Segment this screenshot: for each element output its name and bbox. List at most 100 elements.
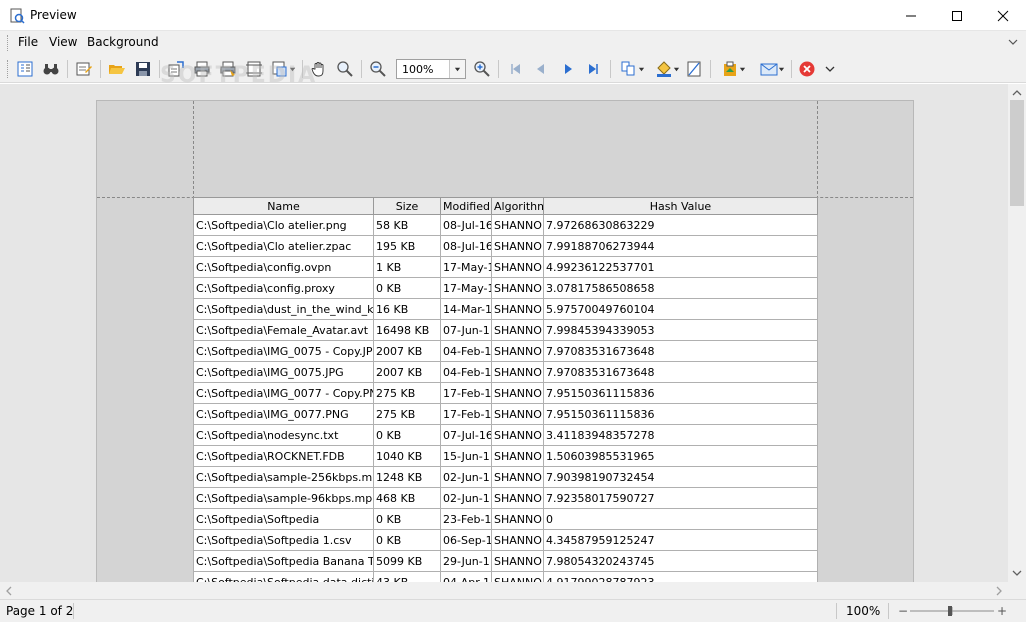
cell-algorithm: SHANNO: [491, 445, 544, 467]
watermark-icon: [687, 61, 701, 77]
scroll-down-icon[interactable]: [1012, 568, 1022, 578]
cell-hash-value: 7.97083531673648: [543, 340, 818, 362]
horizontal-scrollbar[interactable]: [0, 582, 1026, 599]
report-page: Name Size Modified Algorithm Hash Value …: [96, 100, 914, 582]
cell-name: C:\Softpedia\ROCKNET.FDB: [193, 445, 374, 467]
document-map-button[interactable]: [15, 59, 35, 79]
report-table-body: C:\Softpedia\Clo atelier.png 58 KB 08-Jul-…: [193, 214, 818, 582]
cell-algorithm: SHANNO: [491, 424, 544, 446]
minimize-button[interactable]: [888, 0, 934, 31]
magnifier-icon: [337, 61, 353, 77]
vertical-scrollbar[interactable]: [1008, 84, 1026, 582]
cell-hash-value: 7.99845394339053: [543, 319, 818, 341]
cell-hash-value: 4.91799028787923: [543, 571, 818, 582]
last-page-button[interactable]: [583, 59, 603, 79]
cell-size: 0 KB: [373, 508, 441, 530]
cell-modified: 02-Jun-1: [440, 466, 492, 488]
table-row: C:\Softpedia\Clo atelier.png 58 KB 08-Jul-…: [193, 214, 818, 236]
table-row: C:\Softpedia\sample-256kbps.mp2 1248 KB 02…: [193, 466, 818, 488]
cell-modified: 17-May-1: [440, 256, 492, 278]
scroll-left-icon[interactable]: [4, 586, 14, 596]
close-button[interactable]: [980, 0, 1026, 31]
cell-algorithm: SHANNO: [491, 277, 544, 299]
cell-algorithm: SHANNO: [491, 571, 544, 582]
zoom-slider[interactable]: − +: [896, 603, 1008, 619]
toolbar-grip[interactable]: [7, 60, 8, 78]
zoom-combobox-dropdown[interactable]: [449, 60, 465, 78]
cell-algorithm: SHANNO: [491, 529, 544, 551]
find-button[interactable]: [41, 59, 61, 79]
table-row: C:\Softpedia\Clo atelier.zpac 195 KB 08-Ju…: [193, 235, 818, 257]
cell-algorithm: SHANNO: [491, 340, 544, 362]
status-zoom-level: 100%: [846, 604, 881, 618]
menu-file[interactable]: File: [18, 35, 38, 49]
cell-hash-value: 7.97083531673648: [543, 361, 818, 383]
cell-modified: 23-Feb-1: [440, 508, 492, 530]
save-icon: [136, 62, 150, 76]
cell-name: C:\Softpedia\IMG_0075.JPG: [193, 361, 374, 383]
zoom-slider-thumb[interactable]: [948, 606, 952, 616]
cell-size: 1 KB: [373, 256, 441, 278]
cell-algorithm: SHANNO: [491, 403, 544, 425]
maximize-button[interactable]: [934, 0, 980, 31]
next-page-button[interactable]: [558, 59, 578, 79]
chevron-down-icon: [673, 67, 679, 71]
previous-page-button[interactable]: [531, 59, 551, 79]
cell-name: C:\Softpedia\sample-96kbps.mp2: [193, 487, 374, 509]
column-header-name: Name: [193, 197, 374, 215]
page-color-button[interactable]: [653, 59, 681, 79]
open-button[interactable]: [107, 59, 127, 79]
cell-name: C:\Softpedia\nodesync.txt: [193, 424, 374, 446]
export-document-button[interactable]: [718, 59, 748, 79]
multiple-pages-button[interactable]: [618, 59, 646, 79]
title-bar: Preview: [0, 0, 1026, 31]
preview-viewport[interactable]: Name Size Modified Algorithm Hash Value …: [0, 84, 1008, 582]
multiple-pages-icon: [621, 61, 634, 76]
first-page-button[interactable]: [506, 59, 526, 79]
cell-name: C:\Softpedia\config.ovpn: [193, 256, 374, 278]
zoom-slider-minus[interactable]: −: [898, 604, 908, 618]
cell-modified: 08-Jul-16: [440, 214, 492, 236]
table-row: C:\Softpedia\config.proxy 0 KB 17-May-1 SHA…: [193, 277, 818, 299]
cell-hash-value: 1.50603985531965: [543, 445, 818, 467]
toolbar-overflow-button[interactable]: [820, 59, 840, 79]
find-icon: [43, 64, 59, 75]
toolbar-separator: [100, 60, 101, 78]
cell-algorithm: SHANNO: [491, 508, 544, 530]
zoom-combobox[interactable]: 100%: [396, 59, 466, 79]
zoom-slider-plus[interactable]: +: [997, 604, 1007, 618]
customize-button[interactable]: [74, 59, 94, 79]
toolbar-separator: [498, 60, 499, 78]
cell-name: C:\Softpedia\Clo atelier.zpac: [193, 235, 374, 257]
cell-name: C:\Softpedia\Softpedia Banana Tree: [193, 550, 374, 572]
chevron-down-icon: [739, 67, 745, 71]
status-separator: [888, 603, 889, 619]
close-preview-button[interactable]: [797, 59, 817, 79]
zoom-in-button[interactable]: [472, 59, 492, 79]
menu-grip[interactable]: [7, 35, 9, 51]
cell-algorithm: SHANNO: [491, 487, 544, 509]
scroll-right-icon[interactable]: [994, 586, 1004, 596]
cell-name: C:\Softpedia\config.proxy: [193, 277, 374, 299]
cell-modified: 17-May-1: [440, 277, 492, 299]
cell-algorithm: SHANNO: [491, 235, 544, 257]
chevron-down-icon[interactable]: [1008, 37, 1018, 47]
table-row: C:\Softpedia\Softpedia 1.csv 0 KB 06-Sep-1…: [193, 529, 818, 551]
watermark-button[interactable]: [684, 59, 704, 79]
menu-background[interactable]: Background: [87, 35, 159, 49]
cell-size: 275 KB: [373, 382, 441, 404]
cell-size: 0 KB: [373, 424, 441, 446]
vertical-scrollbar-thumb[interactable]: [1010, 100, 1024, 206]
scroll-up-icon[interactable]: [1012, 88, 1022, 98]
column-header-modified: Modified: [440, 197, 492, 215]
save-button[interactable]: [133, 59, 153, 79]
table-row: C:\Softpedia\Female_Avatar.avt 16498 KB 07…: [193, 319, 818, 341]
table-row: C:\Softpedia\ROCKNET.FDB 1040 KB 15-Jun-1 S…: [193, 445, 818, 467]
previous-page-icon: [537, 64, 544, 74]
cell-name: C:\Softpedia\dust_in_the_wind_kar: [193, 298, 374, 320]
cell-algorithm: SHANNO: [491, 382, 544, 404]
send-email-button[interactable]: [757, 59, 787, 79]
zoom-out-button[interactable]: [368, 59, 388, 79]
menu-view[interactable]: View: [49, 35, 77, 49]
magnifier-button[interactable]: [335, 59, 355, 79]
